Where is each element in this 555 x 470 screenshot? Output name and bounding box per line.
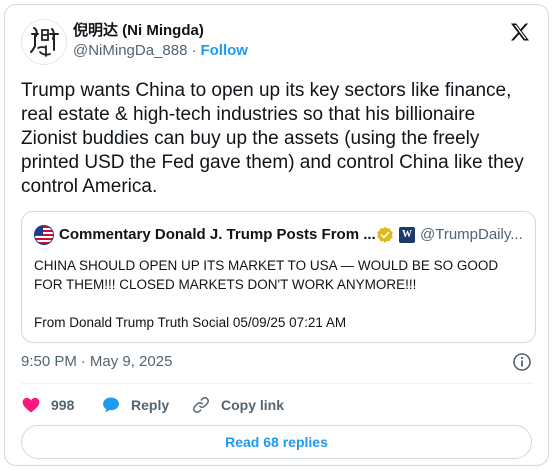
timestamp-row: 9:50 PM · May 9, 2025 xyxy=(21,351,532,373)
reply-label: Reply xyxy=(131,397,170,413)
link-icon xyxy=(193,397,209,413)
tweet-date[interactable]: May 9, 2025 xyxy=(90,353,173,370)
copy-link-label: Copy link xyxy=(221,397,285,413)
author-display-name[interactable]: 倪明达 (Ni Mingda) xyxy=(73,21,248,41)
quoted-tweet[interactable]: Commentary Donald J. Trump Posts From ..… xyxy=(21,211,536,343)
tweet-time[interactable]: 9:50 PM xyxy=(21,353,77,370)
separator-dot: · xyxy=(191,42,197,59)
us-flag-avatar-icon xyxy=(34,225,54,245)
reply-button[interactable]: Reply xyxy=(101,391,169,419)
quoted-tweet-text: CHINA SHOULD OPEN UP ITS MARKET TO USA —… xyxy=(34,258,499,330)
tweet-card: 倪明达 (Ni Mingda) @NiMingDa_888 · Follow Tru… xyxy=(4,4,549,466)
like-count: 998 xyxy=(51,397,75,413)
author-avatar[interactable] xyxy=(21,19,67,65)
affiliate-badge: W xyxy=(399,227,415,243)
tweet-header: 倪明达 (Ni Mingda) @NiMingDa_888 · Follow xyxy=(21,19,532,67)
author-handle[interactable]: @NiMingDa_888 xyxy=(73,42,187,59)
quoted-tweet-header: Commentary Donald J. Trump Posts From ..… xyxy=(34,224,523,246)
copy-link-button[interactable]: Copy link xyxy=(191,391,284,419)
quoted-author-name: Commentary Donald J. Trump Posts From ..… xyxy=(59,226,376,243)
follow-button[interactable]: Follow xyxy=(200,42,248,59)
author-handle-row: @NiMingDa_888 · Follow xyxy=(73,41,248,61)
author-info: 倪明达 (Ni Mingda) @NiMingDa_888 · Follow xyxy=(73,21,248,61)
verified-badge-icon xyxy=(377,226,393,243)
quoted-author-handle: @TrumpDaily... xyxy=(420,226,523,243)
info-icon[interactable] xyxy=(512,352,532,372)
x-logo-icon[interactable] xyxy=(508,21,532,45)
action-bar: 998 Reply Copy link xyxy=(21,391,532,419)
like-button[interactable]: 998 xyxy=(21,391,74,419)
tweet-text: Trump wants China to open up its key sec… xyxy=(21,80,529,197)
read-replies-button[interactable]: Read 68 replies xyxy=(21,425,532,459)
quoted-author-avatar xyxy=(34,225,54,245)
separator-dot: · xyxy=(80,353,86,370)
speech-bubble-icon xyxy=(103,397,119,413)
heart-icon xyxy=(22,397,40,413)
calligraphy-avatar-icon xyxy=(22,20,66,64)
divider xyxy=(21,383,532,384)
